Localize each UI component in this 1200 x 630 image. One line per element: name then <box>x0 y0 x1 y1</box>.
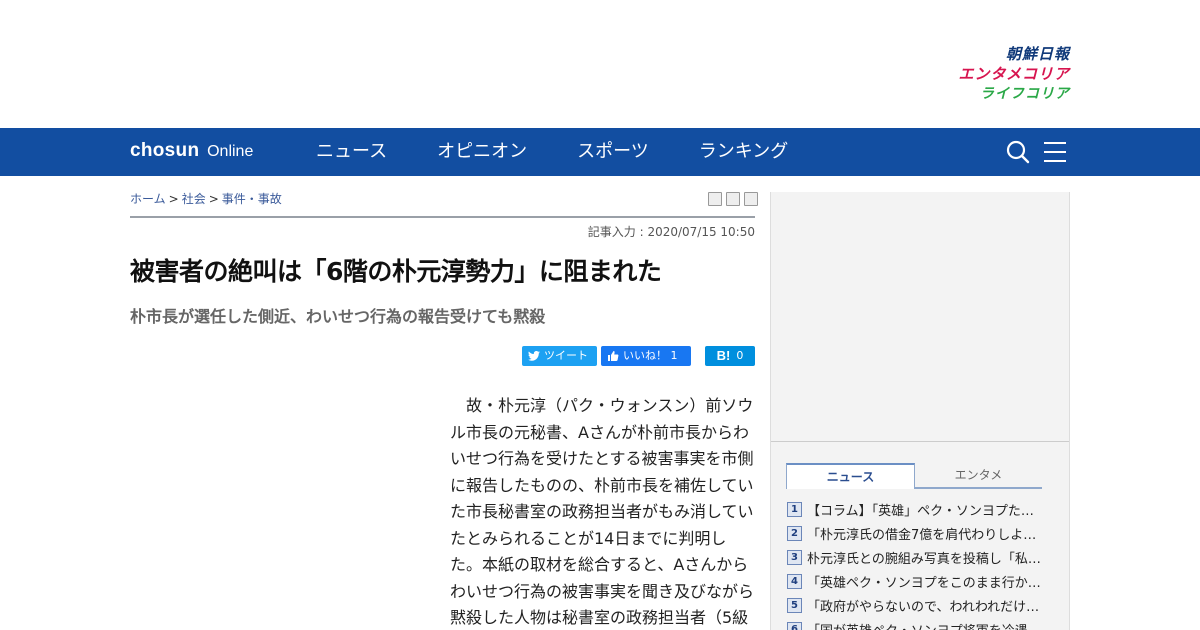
logo-bold-text: chosun <box>130 140 200 161</box>
rank-number: 3 <box>787 549 802 565</box>
rank-number: 2 <box>787 525 802 541</box>
rank-title: 朴元淳氏との腕組み写真を投稿し「私… <box>807 551 1041 567</box>
nav-item-ranking[interactable]: ランキング <box>699 128 788 176</box>
rank-title: 「国が英雄ペク・ソンヨプ将軍を冷遇… <box>807 620 1041 630</box>
tab-news[interactable]: ニュース <box>786 463 915 489</box>
rank-number: 6 <box>787 621 802 630</box>
ranking-list: 1 【コラム】「英雄」ペク・ソンヨプた… 2 「朴元淳氏の借金7億を肩代わりしよ… … <box>787 497 1057 630</box>
main-nav: chosun Online ニュース オピニオン スポーツ ランキング <box>0 128 1200 176</box>
nav-item-opinion[interactable]: オピニオン <box>437 128 527 176</box>
rank-number: 4 <box>787 573 802 589</box>
tweet-button[interactable]: ツイート <box>522 346 597 366</box>
breadcrumb-separator: > <box>168 192 179 206</box>
breadcrumb-subsection[interactable]: 事件・事故 <box>222 192 282 206</box>
rank-number: 1 <box>787 501 802 517</box>
breadcrumb-separator: > <box>208 192 219 206</box>
ranking-tabs: ニュース エンタメ <box>786 463 1042 489</box>
ranking-item[interactable]: 2 「朴元淳氏の借金7億を肩代わりしよ… <box>787 521 1057 545</box>
logo-light-text: Online <box>207 143 254 160</box>
hamburger-menu-icon[interactable] <box>1042 139 1068 165</box>
article-tools <box>704 192 758 206</box>
breadcrumb-home[interactable]: ホーム <box>130 192 166 206</box>
article-subheadline: 朴市長が選任した側近、わいせつ行為の報告受けても黙殺 <box>130 307 546 326</box>
nav-item-sports[interactable]: スポーツ <box>577 128 649 176</box>
ranking-item[interactable]: 1 【コラム】「英雄」ペク・ソンヨプた… <box>787 497 1057 521</box>
article-body: 故・朴元淳（パク・ウォンスン）前ソウル市長の元秘書、Aさんが朴前市長からわいせつ… <box>450 396 755 627</box>
ranking-item[interactable]: 6 「国が英雄ペク・ソンヨプ将軍を冷遇… <box>787 617 1057 630</box>
published-date: 記事入力 : 2020/07/15 10:50 <box>587 225 755 239</box>
tab-entame[interactable]: エンタメ <box>915 463 1042 489</box>
ranking-item[interactable]: 3 朴元淳氏との腕組み写真を投稿し「私… <box>787 545 1057 569</box>
rank-number: 5 <box>787 597 802 613</box>
like-label: いいね！ 1 <box>623 349 678 362</box>
article-headline: 被害者の絶叫は「6階の朴元淳勢力」に阻まれた <box>130 257 662 286</box>
nav-item-news[interactable]: ニュース <box>316 128 387 176</box>
hatena-count: 0 <box>736 349 744 362</box>
breadcrumb-section[interactable]: 社会 <box>182 192 206 206</box>
tweet-label: ツイート <box>544 349 588 362</box>
sidebar: ニュース エンタメ 1 【コラム】「英雄」ペク・ソンヨプた… 2 「朴元淳氏の借金7… <box>770 192 1070 630</box>
print-icon[interactable] <box>708 192 722 206</box>
nav-menu: ニュース オピニオン スポーツ ランキング <box>316 128 838 176</box>
header-divider <box>130 216 755 218</box>
brand-links: 朝鮮日報 エンタメコリア ライフコリア <box>930 44 1070 104</box>
search-icon[interactable] <box>1005 139 1031 165</box>
ad-slot <box>771 192 1069 442</box>
twitter-bird-icon <box>528 351 540 361</box>
ranking-item[interactable]: 5 「政府がやらないので、われわれだけ… <box>787 593 1057 617</box>
breadcrumb: ホーム > 社会 > 事件・事故 <box>130 190 282 207</box>
rank-title: 「朴元淳氏の借金7億を肩代わりしよ… <box>807 527 1037 543</box>
ranking-item[interactable]: 4 「英雄ペク・ソンヨプをこのまま行か… <box>787 569 1057 593</box>
back-arrow-icon[interactable] <box>744 192 758 206</box>
text-size-icon[interactable] <box>726 192 740 206</box>
rank-title: 【コラム】「英雄」ペク・ソンヨプた… <box>807 503 1034 519</box>
hatena-bookmark-icon: B! <box>716 348 731 363</box>
rank-title: 「政府がやらないので、われわれだけ… <box>807 599 1040 615</box>
rank-title: 「英雄ペク・ソンヨプをこのまま行か… <box>807 575 1041 591</box>
site-logo[interactable]: chosun Online <box>130 140 253 163</box>
thumbs-up-icon <box>608 351 619 361</box>
facebook-like-button[interactable]: いいね！ 1 <box>601 346 691 366</box>
top-header: 朝鮮日報 エンタメコリア ライフコリア <box>0 0 1200 128</box>
hatena-bookmark-button[interactable]: B! 0 <box>705 346 755 366</box>
life-korea-link[interactable]: ライフコリア <box>930 84 1070 104</box>
chosun-ilbo-link[interactable]: 朝鮮日報 <box>930 44 1070 64</box>
entame-korea-link[interactable]: エンタメコリア <box>930 64 1070 84</box>
